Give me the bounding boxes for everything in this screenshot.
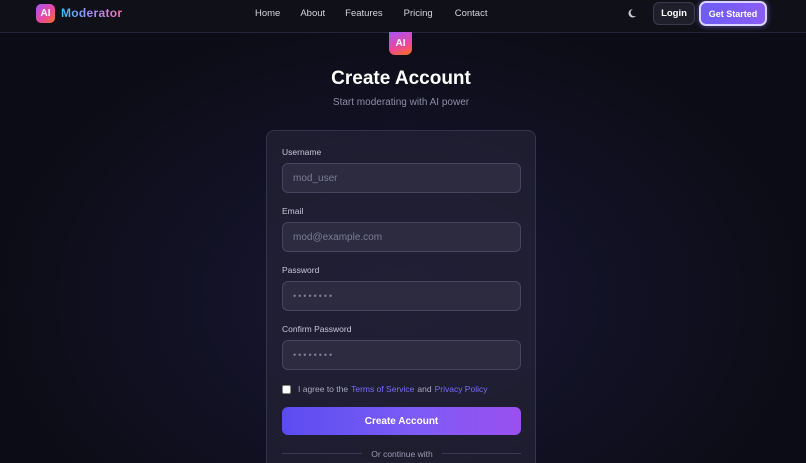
password-label: Password — [282, 265, 320, 275]
username-label: Username — [282, 147, 322, 157]
nav-link-pricing[interactable]: Pricing — [404, 8, 433, 19]
terms-of-service-link[interactable]: Terms of Service — [351, 384, 414, 394]
nav-link-about[interactable]: About — [300, 8, 325, 19]
username-input[interactable] — [282, 163, 521, 193]
create-account-button[interactable]: Create Account — [282, 407, 521, 435]
privacy-policy-link[interactable]: Privacy Policy — [435, 384, 488, 394]
nav-link-features[interactable]: Features — [345, 8, 383, 19]
brand-badge: AI — [36, 3, 55, 23]
terms-checkbox[interactable] — [282, 384, 291, 394]
page-title: Create Account — [331, 68, 471, 89]
terms-agreement: I agree to the Terms of Service and Priv… — [282, 383, 487, 395]
email-label: Email — [282, 206, 304, 216]
nav-links: Home About Features Pricing Contact — [255, 8, 487, 19]
confirm-password-input[interactable] — [282, 340, 521, 370]
agree-prefix-text: I agree to the — [298, 384, 349, 394]
brand-logo[interactable]: AI Moderator — [36, 3, 122, 23]
moon-icon[interactable] — [628, 8, 639, 19]
nav-link-home[interactable]: Home — [255, 8, 280, 19]
page-subtitle: Start moderating with AI power — [332, 97, 470, 108]
get-started-button[interactable]: Get Started — [699, 1, 767, 26]
brand-name: Moderator — [61, 6, 123, 20]
login-button[interactable]: Login — [653, 2, 695, 25]
confirm-password-label: Confirm Password — [282, 324, 352, 334]
email-input[interactable] — [282, 222, 521, 252]
password-input[interactable] — [282, 281, 521, 311]
agree-and-text: and — [417, 384, 432, 394]
signup-card: Username Email Password Confirm Password… — [266, 130, 536, 463]
continue-with-divider: Or continue with — [362, 447, 442, 460]
top-navbar: AI Moderator Home About Features Pricing… — [0, 0, 806, 33]
nav-link-contact[interactable]: Contact — [455, 8, 488, 19]
hero-logo-badge: AI — [389, 32, 412, 55]
